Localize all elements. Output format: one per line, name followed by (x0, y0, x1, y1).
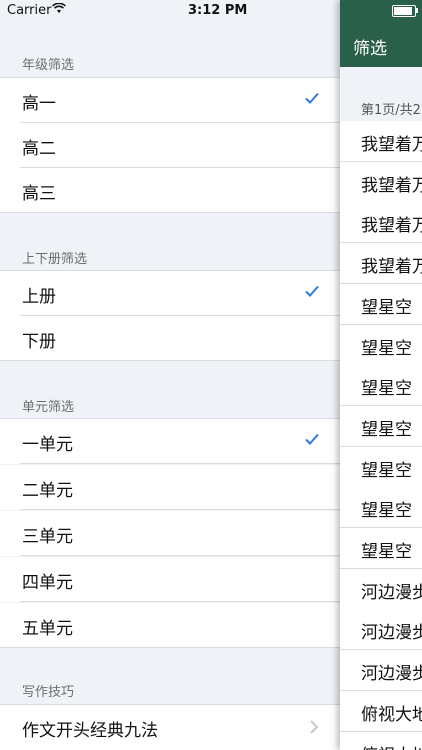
option-label: 上册 (22, 287, 56, 307)
divider (0, 360, 340, 361)
article-list-item[interactable]: 望星空 (340, 365, 422, 407)
option-label: 高三 (22, 184, 56, 204)
battery-tip (416, 8, 418, 13)
divider (20, 601, 340, 602)
article-title: 望星空 (361, 338, 412, 359)
article-list-item[interactable]: 俯视大地 (340, 731, 422, 750)
option-label: 高一 (22, 94, 56, 114)
divider (20, 555, 340, 556)
filter-drawer: 年级筛选 高一 高二 高三 上下册筛选 上册 下册 单元筛选 一单元 二单元 三… (0, 0, 340, 750)
article-list-item[interactable]: 河边漫步 (340, 609, 422, 651)
article-list-item[interactable]: 望星空 (340, 283, 422, 325)
article-list-item[interactable]: 望星空 (340, 405, 422, 447)
article-list-item[interactable]: 望星空 (340, 528, 422, 569)
filter-option-volume-2[interactable]: 下册 (0, 316, 340, 361)
filter-option-unit-4[interactable]: 四单元 (0, 557, 340, 602)
page-indicator: 第1页/共2 (361, 103, 421, 118)
article-title: 望星空 (361, 501, 412, 522)
article-title: 我望着万 (361, 257, 422, 278)
article-title: 望星空 (361, 419, 412, 440)
page-info-bar: 第1页/共2 (340, 67, 422, 121)
checkmark-icon (304, 283, 320, 299)
article-title: 望星空 (361, 297, 412, 318)
divider (20, 509, 340, 510)
checkmark-icon (304, 431, 320, 447)
option-label: 五单元 (22, 619, 73, 639)
filter-option-grade-3[interactable]: 高三 (0, 168, 340, 213)
section-header-grade: 年级筛选 (22, 58, 75, 73)
filter-option-unit-3[interactable]: 三单元 (0, 511, 340, 556)
article-list-item[interactable]: 俯视大地 (340, 690, 422, 732)
filter-option-unit-5[interactable]: 五单元 (0, 603, 340, 648)
filter-nav-button[interactable]: 筛选 (353, 34, 387, 59)
option-label: 三单元 (22, 527, 73, 547)
filter-option-grade-2[interactable]: 高二 (0, 123, 340, 168)
article-title: 俯视大地 (361, 704, 422, 725)
article-title: 望星空 (361, 542, 412, 562)
article-list-item[interactable]: 我望着万 (340, 202, 422, 244)
battery-icon (392, 5, 416, 17)
option-label: 一单元 (22, 435, 73, 455)
article-list-item[interactable]: 望星空 (340, 324, 422, 366)
carrier-label: Carrier (7, 3, 52, 18)
status-time: 3:12 PM (188, 3, 248, 18)
chevron-right-icon (309, 719, 319, 735)
divider (20, 463, 340, 464)
article-title: 我望着万 (361, 216, 422, 237)
filter-option-unit-2[interactable]: 二单元 (0, 465, 340, 510)
article-list-item[interactable]: 河边漫步 (340, 650, 422, 692)
status-bar: Carrier 3:12 PM (0, 0, 422, 22)
section-header-writing: 写作技巧 (22, 685, 75, 700)
divider (0, 212, 340, 213)
article-title: 河边漫步 (361, 623, 422, 644)
article-title: 我望着万 (361, 135, 422, 155)
option-label: 高二 (22, 139, 56, 159)
option-label: 下册 (22, 332, 56, 352)
article-list-item[interactable]: 望星空 (340, 446, 422, 488)
article-list-item[interactable]: 望星空 (340, 487, 422, 529)
main-panel: 筛选 第1页/共2 我望着万 我望着万 我望着万 我望着万 望星空 望星空 望星空 望星空 望星… (340, 0, 422, 750)
article-title: 望星空 (361, 379, 412, 400)
section-header-unit: 单元筛选 (22, 400, 75, 415)
article-list-item[interactable]: 河边漫步 (340, 568, 422, 610)
divider (0, 647, 340, 648)
article-title: 河边漫步 (361, 582, 422, 603)
filter-option-unit-1[interactable]: 一单元 (0, 419, 340, 464)
section-header-volume: 上下册筛选 (22, 252, 88, 267)
filter-option-volume-1[interactable]: 上册 (0, 271, 340, 316)
wifi-icon (52, 2, 66, 18)
writing-tip-item[interactable]: 作文开头经典九法 (0, 705, 340, 750)
checkmark-icon (304, 90, 320, 106)
article-title: 俯视大地 (361, 741, 422, 750)
article-list-item[interactable]: 我望着万 (340, 161, 422, 203)
article-title: 我望着万 (361, 175, 422, 196)
filter-option-grade-1[interactable]: 高一 (0, 78, 340, 123)
article-title: 河边漫步 (361, 664, 422, 685)
article-title: 望星空 (361, 460, 412, 481)
option-label: 作文开头经典九法 (22, 721, 158, 741)
option-label: 四单元 (22, 573, 73, 593)
article-list-item[interactable]: 我望着万 (340, 121, 422, 162)
option-label: 二单元 (22, 481, 73, 501)
article-list-item[interactable]: 我望着万 (340, 243, 422, 285)
